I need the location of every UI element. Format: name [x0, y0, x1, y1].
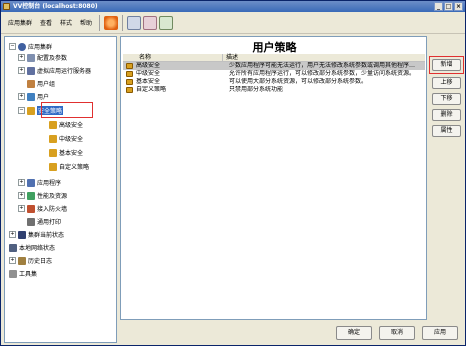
- window-title: VV控制台 (localhost:8080): [13, 3, 98, 10]
- column-name[interactable]: 名称: [123, 54, 223, 61]
- expand-icon[interactable]: +: [18, 205, 25, 212]
- menu-view[interactable]: 查看: [36, 18, 56, 27]
- printer-icon: [27, 217, 35, 226]
- tree-item-tools[interactable]: 工具集: [9, 268, 37, 279]
- table-header: 名称 描述: [123, 54, 425, 62]
- menu-style[interactable]: 样式: [56, 18, 76, 27]
- tree-item-cluster[interactable]: − 应用集群: [9, 41, 52, 52]
- user-group-icon: [27, 79, 35, 88]
- tree-item-firewall[interactable]: + 接入防火墙: [18, 203, 67, 214]
- lock-icon: [49, 120, 57, 129]
- table-row[interactable]: 中级安全 允许所有应用程序运行，可以修改部分系统参数，少量访问系统资源。: [123, 70, 425, 78]
- gear-icon: [27, 53, 35, 62]
- edit-icon[interactable]: [143, 15, 158, 30]
- user-icon: [27, 92, 35, 101]
- maximize-button[interactable]: □: [444, 2, 453, 11]
- app-icon: [3, 3, 10, 10]
- table-row[interactable]: 高级安全 少数应用程序可能无法运行，用户无法修改系统参数或调用其他程序…: [123, 62, 425, 70]
- expand-icon[interactable]: +: [18, 179, 25, 186]
- table-row[interactable]: 自定义策略 只禁用部分系统功能: [123, 86, 425, 94]
- menu-bar: 应用集群 查看 样式 帮助: [1, 12, 465, 34]
- expand-icon[interactable]: +: [18, 192, 25, 199]
- ok-button[interactable]: 确定: [336, 326, 372, 340]
- lock-icon: [49, 148, 57, 157]
- toolbar-separator: [99, 14, 101, 31]
- cancel-button[interactable]: 取消: [379, 326, 415, 340]
- collapse-icon[interactable]: −: [9, 43, 16, 50]
- expand-icon[interactable]: +: [9, 257, 16, 264]
- status-icon: [18, 230, 26, 239]
- expand-icon[interactable]: +: [18, 93, 25, 100]
- menu-cluster[interactable]: 应用集群: [4, 18, 36, 27]
- tree-item-basic-security[interactable]: 基本安全: [49, 147, 83, 158]
- add-icon[interactable]: [104, 15, 119, 30]
- log-icon: [18, 256, 26, 265]
- chart-icon[interactable]: [159, 15, 174, 30]
- lock-icon: [49, 162, 57, 171]
- expand-icon[interactable]: +: [9, 231, 16, 238]
- page-title: 用户策略: [252, 41, 297, 54]
- minimize-button[interactable]: _: [434, 2, 443, 11]
- lock-icon: [126, 87, 133, 93]
- tree-item-usergroup[interactable]: 用户组: [27, 78, 55, 89]
- tree-item-medium-security[interactable]: 中级安全: [49, 133, 83, 144]
- lock-icon: [27, 106, 35, 115]
- lock-icon: [126, 79, 133, 85]
- tree-item-user[interactable]: + 用户: [18, 91, 49, 102]
- menu-help[interactable]: 帮助: [76, 18, 96, 27]
- performance-icon: [27, 191, 35, 200]
- tree-item-printing[interactable]: 通用打印: [27, 216, 61, 227]
- tree-item-config[interactable]: + 配置及参数: [18, 52, 67, 63]
- properties-button[interactable]: 属性: [432, 125, 461, 137]
- tree-item-history-log[interactable]: + 历史日志: [9, 255, 52, 266]
- network-icon: [9, 243, 17, 252]
- server-icon: [27, 66, 35, 75]
- title-bar: VV控制台 (localhost:8080) _ □ ×: [1, 1, 465, 12]
- cluster-icon: [18, 42, 26, 51]
- tools-icon: [9, 269, 17, 278]
- move-up-button[interactable]: 上移: [432, 77, 461, 89]
- tree-item-network-status[interactable]: 本地网络状态: [9, 242, 55, 253]
- lock-icon: [126, 71, 133, 77]
- expand-icon[interactable]: +: [18, 54, 25, 61]
- tree-item-performance[interactable]: + 性能及资源: [18, 190, 67, 201]
- highlight-new-button: [429, 56, 464, 74]
- collapse-icon[interactable]: −: [18, 107, 25, 114]
- toolbar-separator: [122, 14, 124, 31]
- apply-button[interactable]: 应用: [422, 326, 458, 340]
- tree-item-applications[interactable]: + 应用程序: [18, 177, 61, 188]
- console-window: VV控制台 (localhost:8080) _ □ × 应用集群 查看 样式 …: [0, 0, 466, 346]
- lock-icon: [126, 63, 133, 69]
- highlight-security-policy: [41, 102, 93, 118]
- properties-icon[interactable]: [127, 15, 142, 30]
- application-icon: [27, 178, 35, 187]
- table-row[interactable]: 基本安全 可以使用大部分系统资源，可以修改部分系统参数。: [123, 78, 425, 86]
- tree-item-servers[interactable]: + 虚拟应用运行服务器: [18, 65, 91, 76]
- expand-icon[interactable]: +: [18, 67, 25, 74]
- policy-panel: 用户策略 名称 描述 高级安全 少数应用程序可能无法运行，用户无法修改系统参数或…: [120, 36, 427, 320]
- navigation-tree: − 应用集群 + 配置及参数 + 虚拟应用运行服务器 用户组 + 用户 − 安全…: [4, 36, 117, 343]
- tree-item-high-security[interactable]: 高级安全: [49, 119, 83, 130]
- tree-item-custom-policy[interactable]: 自定义策略: [49, 161, 89, 172]
- close-button[interactable]: ×: [454, 2, 463, 11]
- policy-table: 名称 描述 高级安全 少数应用程序可能无法运行，用户无法修改系统参数或调用其他程…: [123, 54, 425, 94]
- firewall-icon: [27, 204, 35, 213]
- delete-button[interactable]: 删除: [432, 109, 461, 121]
- lock-icon: [49, 134, 57, 143]
- tree-item-cluster-status[interactable]: + 集群当前状态: [9, 229, 64, 240]
- move-down-button[interactable]: 下移: [432, 93, 461, 105]
- column-description[interactable]: 描述: [223, 54, 425, 61]
